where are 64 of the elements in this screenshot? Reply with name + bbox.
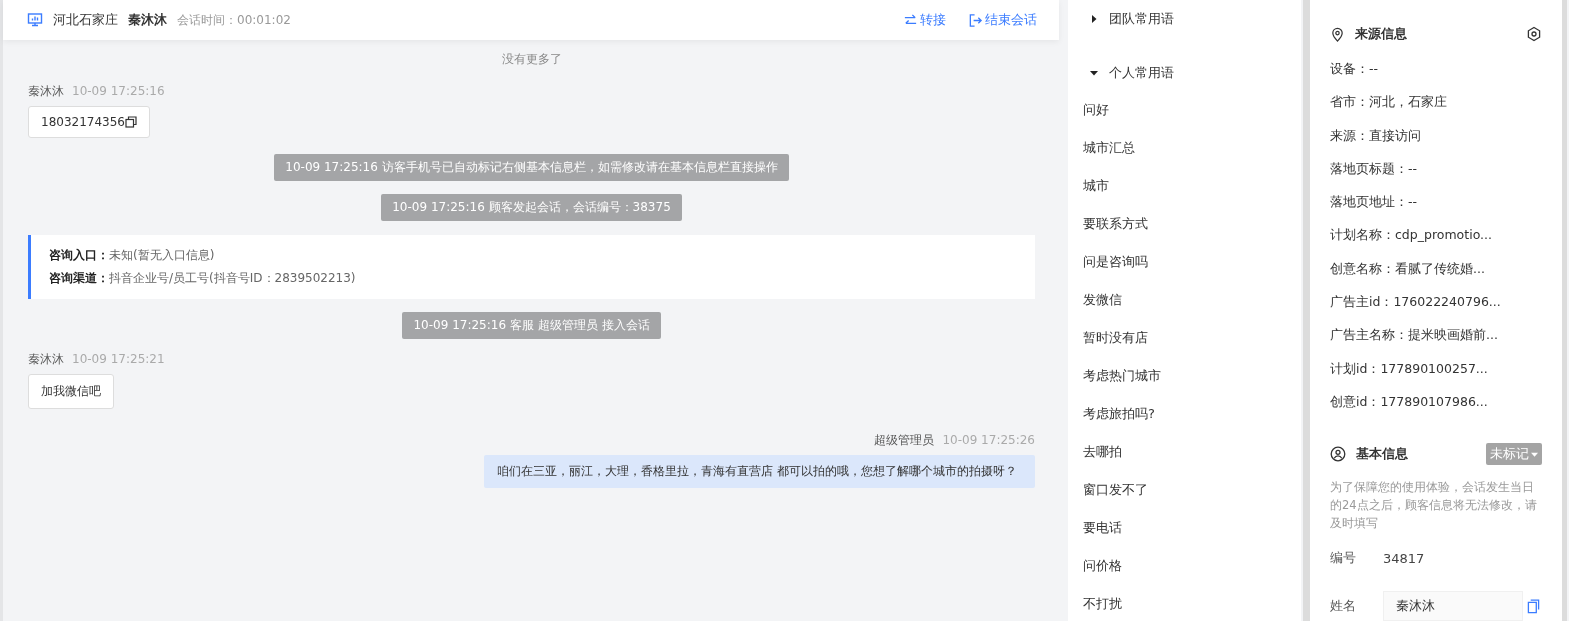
phrase-item[interactable]: 问价格 [1069, 547, 1301, 585]
section-title: 基本信息 [1356, 445, 1408, 464]
system-message: 10-09 17:25:16 客服 超级管理员 接入会话 [402, 312, 661, 339]
source-field: 广告主名称：提米映画婚前... [1330, 318, 1542, 352]
sender-name: 秦沐沐 [28, 82, 64, 100]
field-value: 34817 [1383, 550, 1425, 566]
phrase-item[interactable]: 发微信 [1069, 281, 1301, 319]
name-input[interactable]: 秦沐沐 [1383, 591, 1523, 621]
document-icon[interactable] [1527, 598, 1540, 614]
exit-icon [968, 12, 983, 28]
visitor-name: 秦沐沐 [128, 11, 167, 29]
header-action-link[interactable]: 转接 [920, 11, 946, 29]
entry-value: 抖音企业号/员工号(抖音号ID：2839502213) [109, 270, 356, 287]
source-field: 广告主id：176022240796... [1330, 285, 1542, 319]
source-field: 计划名称：cdp_promotio... [1330, 218, 1542, 252]
system-message: 10-09 17:25:16 顾客发起会话，会话编号：38375 [381, 194, 682, 221]
location-pin-icon [1330, 26, 1345, 42]
phrase-item[interactable]: 不打扰 [1069, 585, 1301, 621]
header-action-link[interactable]: 结束会话 [985, 11, 1037, 29]
system-message: 10-09 17:25:16 访客手机号已自动标记右侧基本信息栏，如需修改请在基本信息栏直接操作 [274, 154, 789, 181]
session-duration: 会话时间：00:01:02 [177, 11, 291, 29]
phrase-group-toggle[interactable]: 团队常用语 [1069, 0, 1301, 37]
field-label: 编号 [1330, 549, 1357, 568]
message-time: 10-09 17:25:21 [72, 352, 165, 366]
message-text: 18032174356 [41, 115, 125, 129]
section-title: 来源信息 [1355, 25, 1407, 43]
entry-label: 咨询入口： [49, 247, 109, 264]
message-time: 10-09 17:25:16 [72, 84, 165, 98]
phrase-item[interactable]: 窗口发不了 [1069, 471, 1301, 509]
phrase-item[interactable]: 去哪拍 [1069, 433, 1301, 471]
source-field: 落地页地址：-- [1330, 185, 1542, 219]
sender-name: 秦沐沐 [28, 350, 64, 368]
message-bubble: 咱们在三亚，丽江，大理，香格里拉，青海有直营店 都可以拍的哦，您想了解哪个城市的拍摄呀？ [484, 455, 1035, 488]
entry-label: 咨询渠道： [49, 270, 109, 287]
field-label: 姓名 [1330, 597, 1357, 616]
visitor-location: 河北石家庄 [53, 11, 118, 29]
entry-value: 未知(暂无入口信息) [109, 247, 215, 264]
monitor-icon [27, 12, 43, 28]
source-field: 创意名称：看腻了传统婚... [1330, 251, 1542, 286]
phrase-item[interactable]: 问是咨询吗 [1069, 243, 1301, 281]
info-note: 为了保障您的使用体验，会话发生当日的24点之后，顾客信息将无法修改，请及时填写 [1330, 479, 1538, 533]
source-field: 落地页标题：-- [1330, 151, 1542, 186]
source-field: 计划id：177890100257... [1330, 351, 1542, 385]
phrase-item[interactable]: 考虑旅拍吗? [1069, 395, 1301, 433]
source-field: 设备：-- [1330, 52, 1542, 86]
phrase-item[interactable]: 问好 [1069, 91, 1301, 129]
copy-icon[interactable] [125, 116, 137, 128]
no-more-notice: 没有更多了 [500, 51, 563, 68]
settings-icon[interactable] [1526, 26, 1542, 42]
phrase-item[interactable]: 城市汇总 [1069, 129, 1301, 167]
phrase-item[interactable]: 暂时没有店 [1069, 319, 1301, 357]
message-time: 10-09 17:25:26 [942, 433, 1035, 447]
source-field: 创意id：177890107986... [1330, 384, 1542, 419]
phrase-item[interactable]: 要电话 [1069, 509, 1301, 547]
source-field: 省市：河北，石家庄 [1330, 85, 1542, 119]
phrase-item[interactable]: 要联系方式 [1069, 205, 1301, 243]
phrase-item[interactable]: 考虑热门城市 [1069, 357, 1301, 395]
phrase-group-toggle[interactable]: 个人常用语 [1069, 54, 1301, 91]
user-circle-icon [1330, 446, 1346, 463]
source-field: 来源：直接访问 [1330, 118, 1542, 152]
caret-icon [1531, 450, 1538, 458]
message-text: 加我微信吧 [41, 383, 101, 400]
sender-name: 超级管理员 [874, 431, 935, 449]
phrase-item[interactable]: 城市 [1069, 167, 1301, 205]
